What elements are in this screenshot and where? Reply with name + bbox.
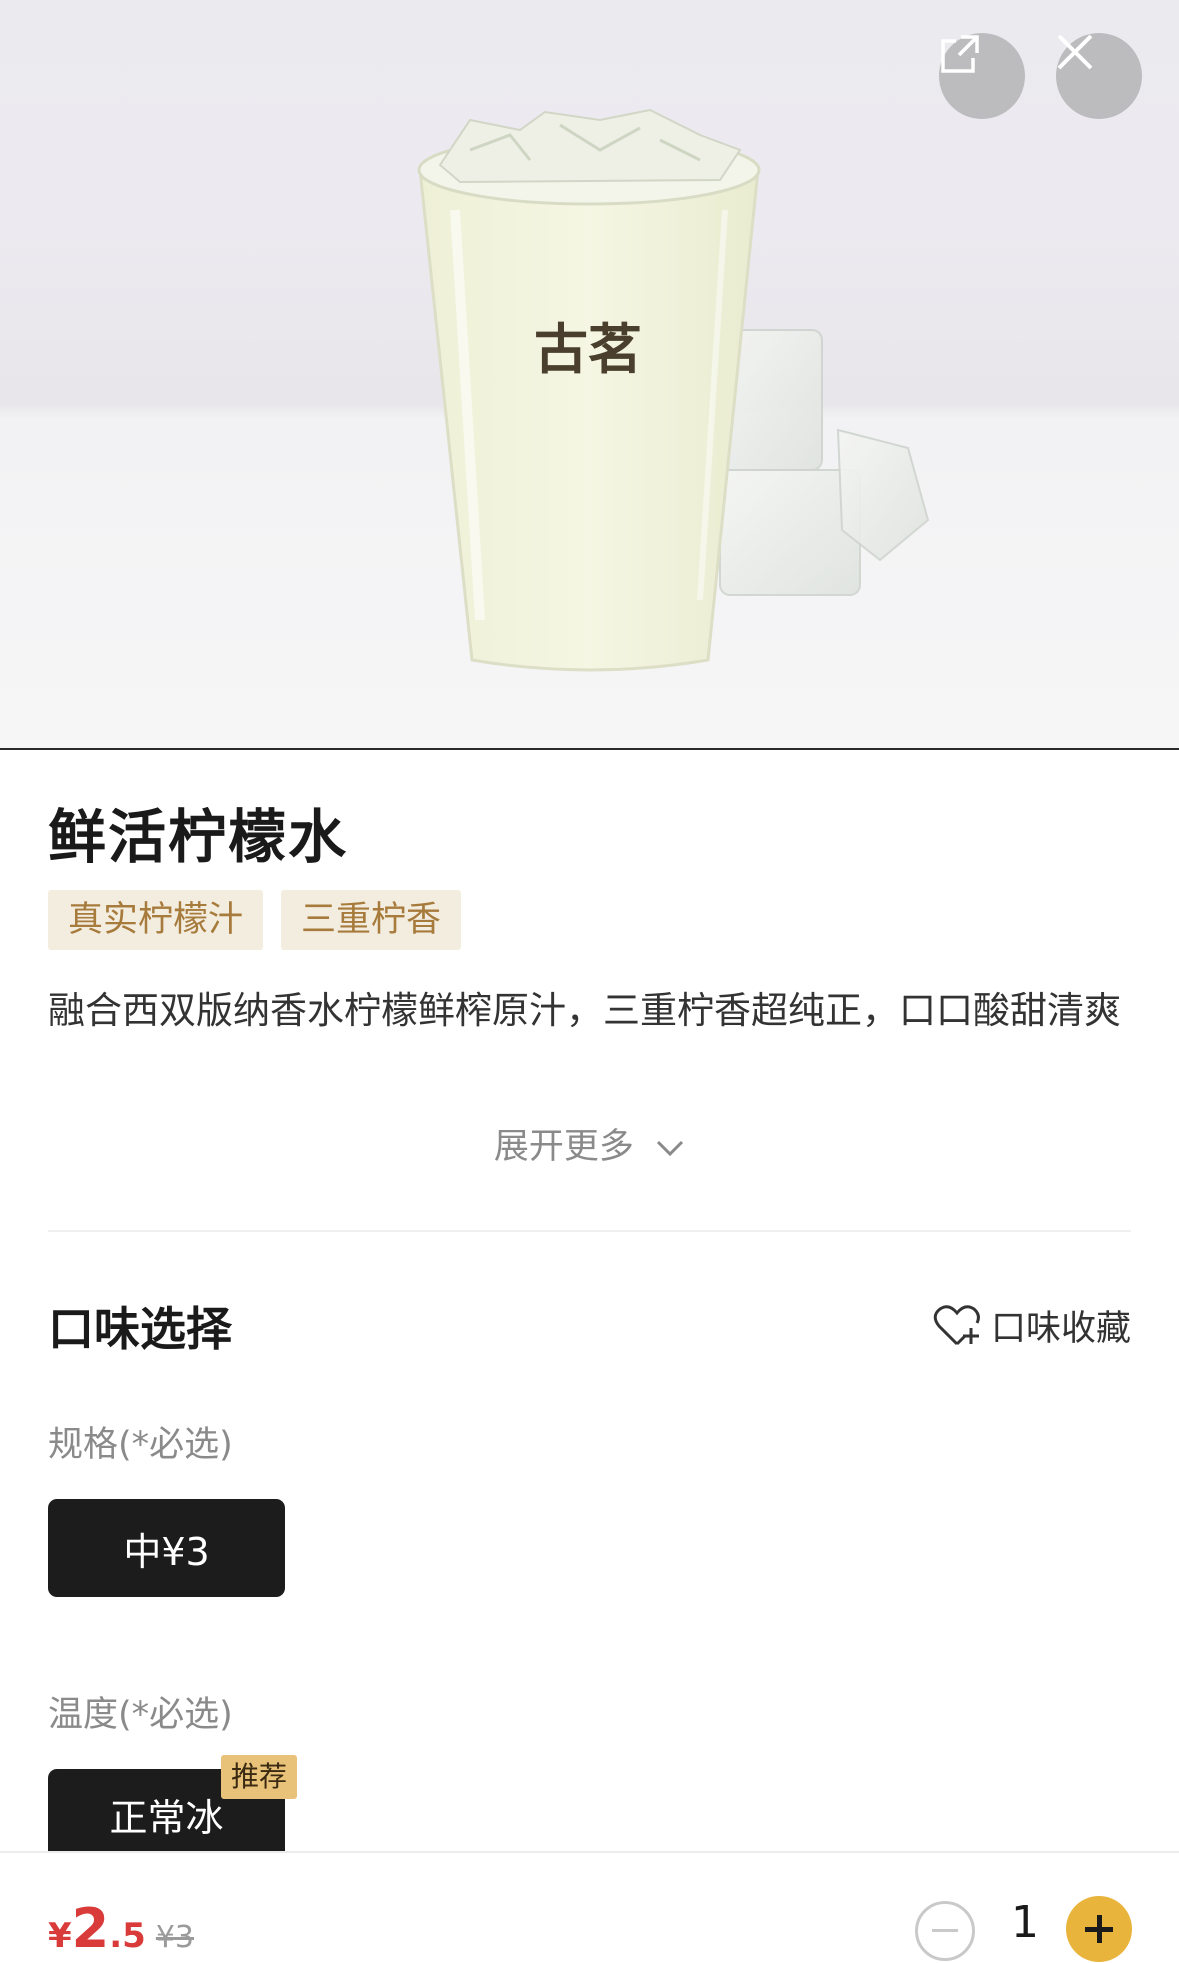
divider — [48, 1230, 1131, 1232]
product-description: 融合西双版纳香水柠檬鲜榨原汁，三重柠香超纯正，口口酸甜清爽 — [48, 989, 1121, 1032]
close-button[interactable] — [1056, 33, 1142, 119]
cart-bar: ¥2.5 ¥3 1 — [0, 1851, 1179, 1963]
flavor-section-title: 口味选择 — [48, 1302, 232, 1356]
close-icon — [1057, 34, 1093, 70]
quantity-value: 1 — [1011, 1897, 1039, 1948]
price-decimal: .5 — [109, 1916, 146, 1956]
increase-quantity-button[interactable] — [1066, 1896, 1132, 1962]
favorite-flavor-button[interactable]: 口味收藏 — [933, 1300, 1131, 1351]
product-tag: 三重柠香 — [281, 890, 462, 950]
chevron-down-icon — [657, 1140, 684, 1157]
heart-plus-icon — [933, 1304, 980, 1345]
temperature-label: 温度(*必选) — [48, 1695, 233, 1735]
size-option-medium[interactable]: 中¥3 — [48, 1499, 285, 1597]
price-integer: 2 — [71, 1897, 110, 1960]
size-label: 规格(*必选) — [48, 1425, 233, 1465]
favorite-flavor-label: 口味收藏 — [990, 1309, 1131, 1349]
temperature-option-normal-ice[interactable]: 正常冰 推荐 — [48, 1755, 297, 1851]
size-option-label: 中¥3 — [123, 1529, 210, 1574]
recommend-badge: 推荐 — [220, 1755, 297, 1799]
share-icon — [941, 35, 979, 73]
share-button[interactable] — [939, 33, 1025, 119]
temperature-option-label: 正常冰 — [109, 1795, 224, 1840]
product-tags: 真实柠檬汁 三重柠香 — [48, 890, 462, 950]
product-title: 鲜活柠檬水 — [48, 803, 349, 871]
cup-logo-text: 古茗 — [534, 317, 642, 381]
product-tag: 真实柠檬汁 — [48, 890, 264, 950]
original-price: ¥3 — [155, 1920, 195, 1955]
decrease-quantity-button[interactable] — [915, 1901, 975, 1961]
expand-more-label: 展开更多 — [493, 1127, 634, 1167]
price: ¥2.5 ¥3 — [48, 1897, 194, 1960]
expand-more-button[interactable]: 展开更多 — [0, 1118, 1179, 1169]
price-currency: ¥ — [48, 1916, 72, 1956]
product-image: 古茗 — [0, 0, 1179, 750]
